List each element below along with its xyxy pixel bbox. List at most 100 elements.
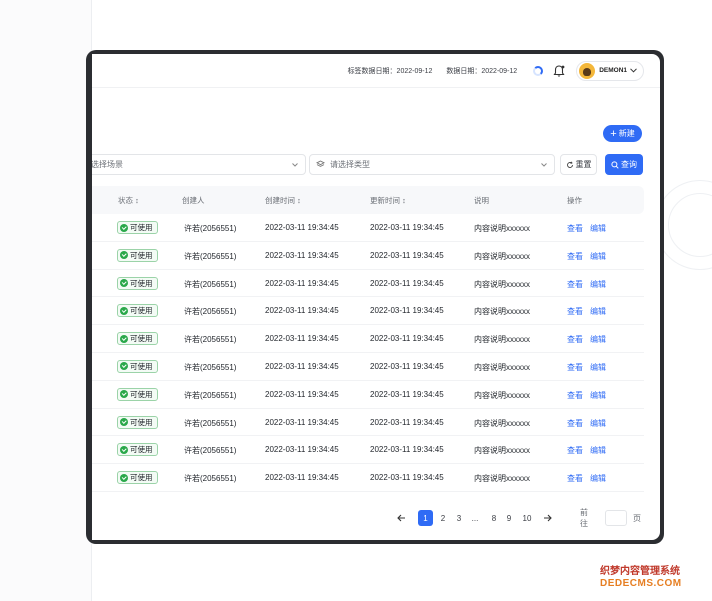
column-header-created[interactable]: 创建时间 ↕ (265, 195, 301, 206)
edit-link[interactable]: 编辑 (590, 362, 606, 373)
status-badge: 可使用 (117, 471, 158, 485)
search-icon (611, 160, 619, 169)
view-link[interactable]: 查看 (567, 390, 583, 401)
creator-cell: 许若(2056551) (184, 251, 237, 261)
table-row: 可使用 许若(2056551) 2022-03-11 19:34:45 2022-03… (92, 381, 644, 409)
watermark-url: DEDECMS.COM (600, 578, 682, 589)
page-1[interactable]: 1 (418, 510, 433, 526)
table-row: 可使用 许若(2056551) 2022-03-11 19:34:45 2022-03… (92, 270, 644, 298)
view-link[interactable]: 查看 (567, 251, 583, 262)
updated-cell: 2022-03-11 19:34:45 (370, 389, 444, 399)
column-header-desc: 说明 (474, 196, 489, 205)
column-header-creator: 创建人 (182, 196, 205, 205)
table-row: 可使用 许若(2056551) 2022-03-11 19:34:45 2022-03… (92, 409, 644, 437)
type-select[interactable]: 请选择类型 (309, 154, 555, 175)
edit-link[interactable]: 编辑 (590, 251, 606, 262)
sort-icon: ↕ (297, 196, 301, 205)
loading-icon (533, 65, 544, 76)
status-text: 可使用 (130, 473, 153, 483)
query-button[interactable]: 查询 (605, 154, 643, 175)
desc-cell: 内容说明xxxxxx (474, 307, 530, 317)
view-link[interactable]: 查看 (567, 362, 583, 373)
user-name: DEMON1 (599, 67, 627, 74)
table-row: 可使用 许若(2056551) 2022-03-11 19:34:45 2022-03… (92, 353, 644, 381)
view-link[interactable]: 查看 (567, 334, 583, 345)
view-link[interactable]: 查看 (567, 473, 583, 484)
app-window: 标签数据日期：2022-09-12 数据日期：2022-09-12 DEMON1… (92, 54, 660, 540)
chevron-down-icon (292, 163, 298, 167)
creator-cell: 许若(2056551) (184, 335, 237, 345)
status-badge: 可使用 (117, 387, 158, 401)
column-header-updated[interactable]: 更新时间 ↕ (370, 195, 406, 206)
reset-button[interactable]: 重置 (560, 154, 597, 175)
edit-link[interactable]: 编辑 (590, 473, 606, 484)
status-badge: 可使用 (117, 415, 158, 429)
status-badge: 可使用 (117, 276, 158, 290)
status-text: 可使用 (130, 250, 153, 260)
bell-icon[interactable] (552, 64, 566, 78)
status-badge: 可使用 (117, 221, 158, 234)
check-circle-icon (120, 279, 128, 288)
top-bar: 标签数据日期：2022-09-12 数据日期：2022-09-12 DEMON1 (92, 54, 660, 88)
creator-cell: 许若(2056551) (184, 474, 237, 484)
edit-link[interactable]: 编辑 (590, 418, 606, 429)
updated-cell: 2022-03-11 19:34:45 (370, 417, 444, 427)
created-cell: 2022-03-11 19:34:45 (265, 223, 339, 232)
created-cell: 2022-03-11 19:34:45 (265, 389, 339, 399)
page-3[interactable]: 3 (452, 510, 466, 526)
edit-link[interactable]: 编辑 (590, 445, 606, 456)
data-table: 状态 ↕ 创建人 创建时间 ↕ 更新时间 ↕ 说明 操作 可使用 许若(20565… (92, 186, 644, 492)
status-text: 可使用 (130, 334, 153, 344)
arrow-right-icon (543, 514, 552, 522)
page-ellipsis[interactable]: ... (468, 510, 482, 526)
page-9[interactable]: 9 (502, 510, 516, 526)
check-circle-icon (120, 334, 128, 343)
status-text: 可使用 (130, 417, 153, 427)
page-10[interactable]: 10 (520, 510, 534, 526)
scene-select[interactable]: 选择场景 (92, 154, 306, 175)
column-header-status[interactable]: 状态 ↕ (118, 195, 139, 206)
page-2[interactable]: 2 (436, 510, 450, 526)
creator-cell: 许若(2056551) (184, 224, 237, 233)
view-link[interactable]: 查看 (567, 223, 583, 234)
edit-link[interactable]: 编辑 (590, 334, 606, 345)
arrow-left-icon (396, 514, 405, 522)
edit-link[interactable]: 编辑 (590, 223, 606, 234)
edit-link[interactable]: 编辑 (590, 279, 606, 290)
page-8[interactable]: 8 (487, 510, 501, 526)
refresh-icon (566, 161, 573, 168)
new-button-label: 新建 (618, 129, 635, 138)
table-row: 可使用 许若(2056551) 2022-03-11 19:34:45 2022-03… (92, 242, 644, 270)
status-text: 可使用 (130, 445, 153, 455)
check-circle-icon (120, 445, 128, 454)
view-link[interactable]: 查看 (567, 418, 583, 429)
user-menu[interactable]: DEMON1 (576, 60, 644, 81)
prev-page-button[interactable] (394, 510, 408, 526)
status-text: 可使用 (130, 389, 153, 399)
tag-data-date: 标签数据日期：2022-09-12 (347, 67, 433, 75)
view-link[interactable]: 查看 (567, 445, 583, 456)
desc-cell: 内容说明xxxxxx (474, 224, 530, 233)
new-button[interactable]: + 新建 (603, 125, 642, 142)
chevron-down-icon (630, 68, 637, 73)
desc-cell: 内容说明xxxxxx (474, 446, 530, 456)
creator-cell: 许若(2056551) (184, 307, 237, 317)
updated-cell: 2022-03-11 19:34:45 (370, 361, 444, 371)
created-cell: 2022-03-11 19:34:45 (265, 473, 339, 483)
updated-cell: 2022-03-11 19:34:45 (370, 445, 444, 455)
desc-cell: 内容说明xxxxxx (474, 251, 530, 261)
edit-link[interactable]: 编辑 (590, 306, 606, 317)
created-cell: 2022-03-11 19:34:45 (265, 417, 339, 427)
next-page-button[interactable] (540, 510, 554, 526)
desc-cell: 内容说明xxxxxx (474, 474, 530, 484)
created-cell: 2022-03-11 19:34:45 (265, 306, 339, 316)
updated-cell: 2022-03-11 19:34:45 (370, 334, 444, 344)
view-link[interactable]: 查看 (567, 306, 583, 317)
status-badge: 可使用 (117, 443, 158, 457)
creator-cell: 许若(2056551) (184, 390, 237, 400)
status-badge: 可使用 (117, 304, 158, 318)
goto-page-input[interactable] (605, 510, 627, 526)
view-link[interactable]: 查看 (567, 279, 583, 290)
goto-label: 前往 (580, 508, 588, 528)
edit-link[interactable]: 编辑 (590, 390, 606, 401)
